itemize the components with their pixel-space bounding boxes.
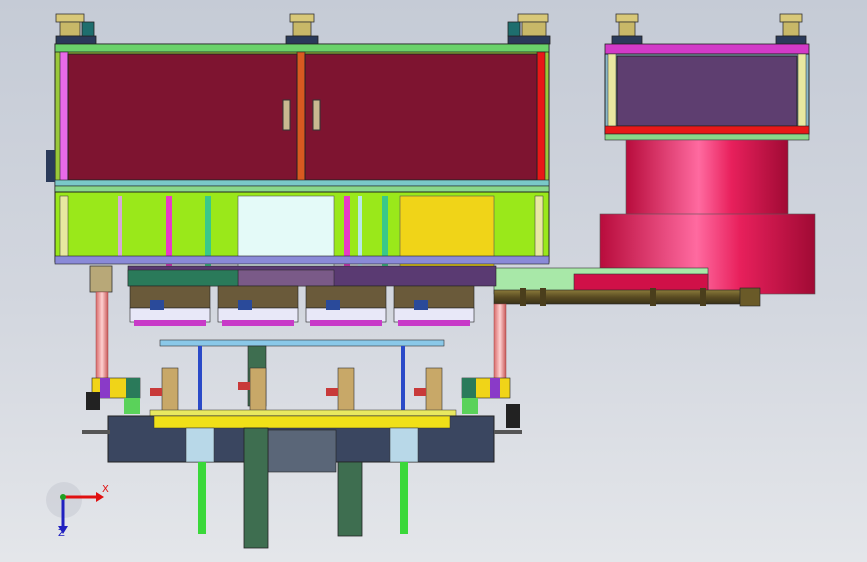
top-caster-group bbox=[55, 13, 807, 45]
gripper-station[interactable] bbox=[129, 285, 211, 326]
gripper-station[interactable] bbox=[305, 285, 387, 326]
side-module-housing[interactable] bbox=[604, 43, 810, 141]
door-handle[interactable] bbox=[312, 99, 321, 131]
purple-panel bbox=[616, 55, 798, 127]
gripper-station[interactable] bbox=[217, 285, 299, 326]
door-handle[interactable] bbox=[282, 99, 291, 131]
caster-foot bbox=[775, 13, 807, 45]
cabinet-door-right[interactable] bbox=[304, 53, 538, 181]
slider-block[interactable] bbox=[414, 367, 443, 413]
caster-foot bbox=[285, 13, 319, 45]
cabinet-door-left[interactable] bbox=[67, 53, 298, 181]
guide-rod-left bbox=[95, 291, 109, 383]
cad-assembly-viewport[interactable] bbox=[0, 0, 867, 562]
side-clamp-left[interactable] bbox=[86, 377, 141, 414]
column-right bbox=[337, 461, 408, 537]
base-frame[interactable] bbox=[82, 409, 522, 473]
caster-foot bbox=[507, 13, 551, 45]
axis-triad bbox=[46, 482, 104, 534]
slider-block[interactable] bbox=[150, 367, 179, 413]
main-cabinet-upper[interactable] bbox=[46, 43, 550, 193]
caster-foot bbox=[611, 13, 643, 45]
slider-block[interactable] bbox=[326, 367, 355, 413]
slider-block[interactable] bbox=[238, 367, 267, 413]
axis-z-label: Z bbox=[58, 528, 65, 539]
guide-rod-right bbox=[493, 303, 507, 383]
caster-foot bbox=[55, 13, 97, 45]
axis-x-label: X bbox=[102, 484, 109, 495]
gripper-station[interactable] bbox=[393, 285, 475, 326]
